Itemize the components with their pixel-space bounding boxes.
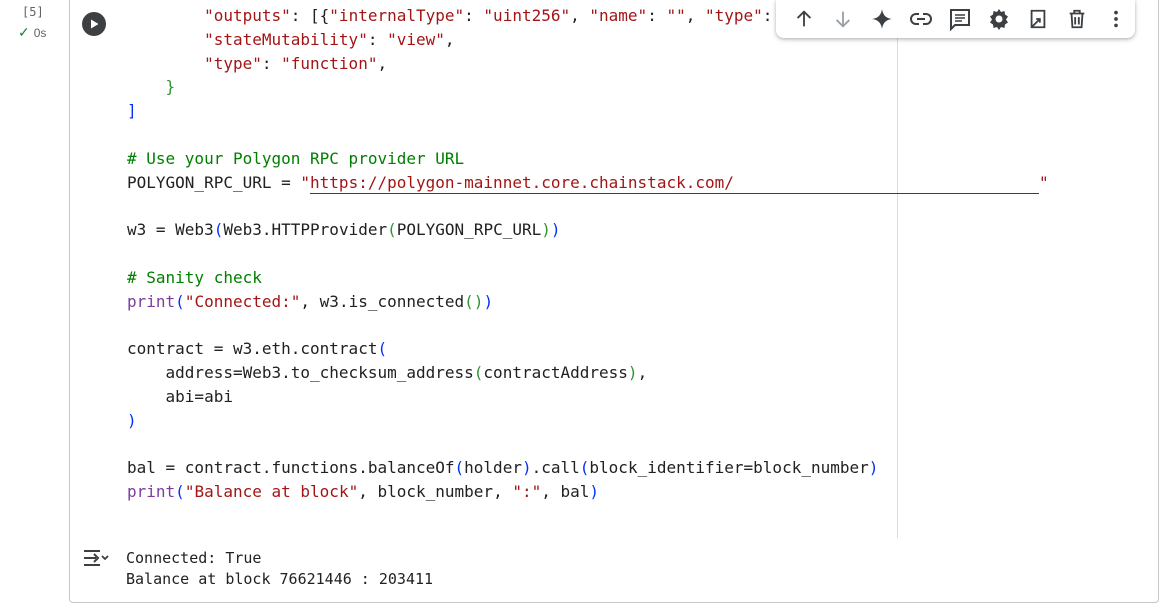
code-line: print("Balance at block", block_number, …	[127, 481, 600, 501]
add-comment-button[interactable]	[940, 1, 979, 37]
cell-settings-button[interactable]	[979, 1, 1018, 37]
cell-toolbar	[776, 0, 1135, 38]
code-line: # Use your Polygon RPC provider URL	[127, 148, 465, 168]
trash-icon	[1069, 9, 1084, 29]
arrow-up-icon	[796, 10, 811, 27]
code-line: abi=abi	[165, 386, 233, 406]
output-line: Balance at block 76621446 : 203411	[126, 570, 434, 588]
gemini-button[interactable]	[862, 1, 901, 37]
mirror-icon	[1030, 9, 1045, 29]
run-cell-button[interactable]	[82, 12, 106, 36]
output-text: Connected: True Balance at block 7662144…	[126, 548, 433, 590]
sparkle-icon	[871, 9, 892, 29]
gear-icon	[989, 9, 1008, 30]
code-line: print("Connected:", w3.is_connected())	[127, 291, 494, 311]
code-line: bal = contract.functions.balanceOf(holde…	[127, 458, 879, 478]
code-line: "type": "function",	[204, 53, 388, 73]
move-cell-down-button[interactable]	[823, 1, 862, 37]
code-line: address=Web3.to_checksum_address(contrac…	[165, 362, 648, 382]
cell-gutter: [5] ✓ 0s	[0, 0, 68, 611]
code-line: }	[165, 77, 176, 97]
check-icon: ✓	[18, 24, 30, 40]
play-icon	[91, 19, 99, 29]
code-line: )	[127, 410, 137, 430]
code-line: ]	[127, 101, 137, 121]
link-icon	[909, 13, 932, 25]
code-editor[interactable]: "outputs": [{"internalType": "uint256", …	[127, 4, 1049, 504]
more-actions-button[interactable]	[1096, 1, 1135, 37]
arrow-down-icon	[835, 11, 850, 28]
code-line: # Sanity check	[127, 267, 262, 287]
mirror-cell-button[interactable]	[1018, 1, 1057, 37]
code-line: POLYGON_RPC_URL = "https://polygon-mainn…	[127, 172, 1049, 194]
delete-cell-button[interactable]	[1057, 1, 1096, 37]
output-toggle-icon[interactable]	[82, 546, 110, 570]
code-line: contract = w3.eth.contract(	[127, 339, 388, 359]
more-vert-icon	[1113, 10, 1118, 28]
cell-output: Connected: True Balance at block 7662144…	[70, 538, 1158, 604]
execution-status: ✓ 0s	[18, 24, 46, 41]
copy-link-button[interactable]	[901, 1, 940, 37]
rpc-url-string[interactable]: https://polygon-mainnet.core.chainstack.…	[310, 173, 1040, 194]
code-line: w3 = Web3(Web3.HTTPProvider(POLYGON_RPC_…	[127, 220, 561, 240]
output-line: Connected: True	[126, 549, 262, 567]
comment-icon	[949, 9, 970, 31]
execution-count: [5]	[22, 5, 44, 19]
move-cell-up-button[interactable]	[784, 1, 823, 37]
execution-duration: 0s	[33, 25, 47, 40]
